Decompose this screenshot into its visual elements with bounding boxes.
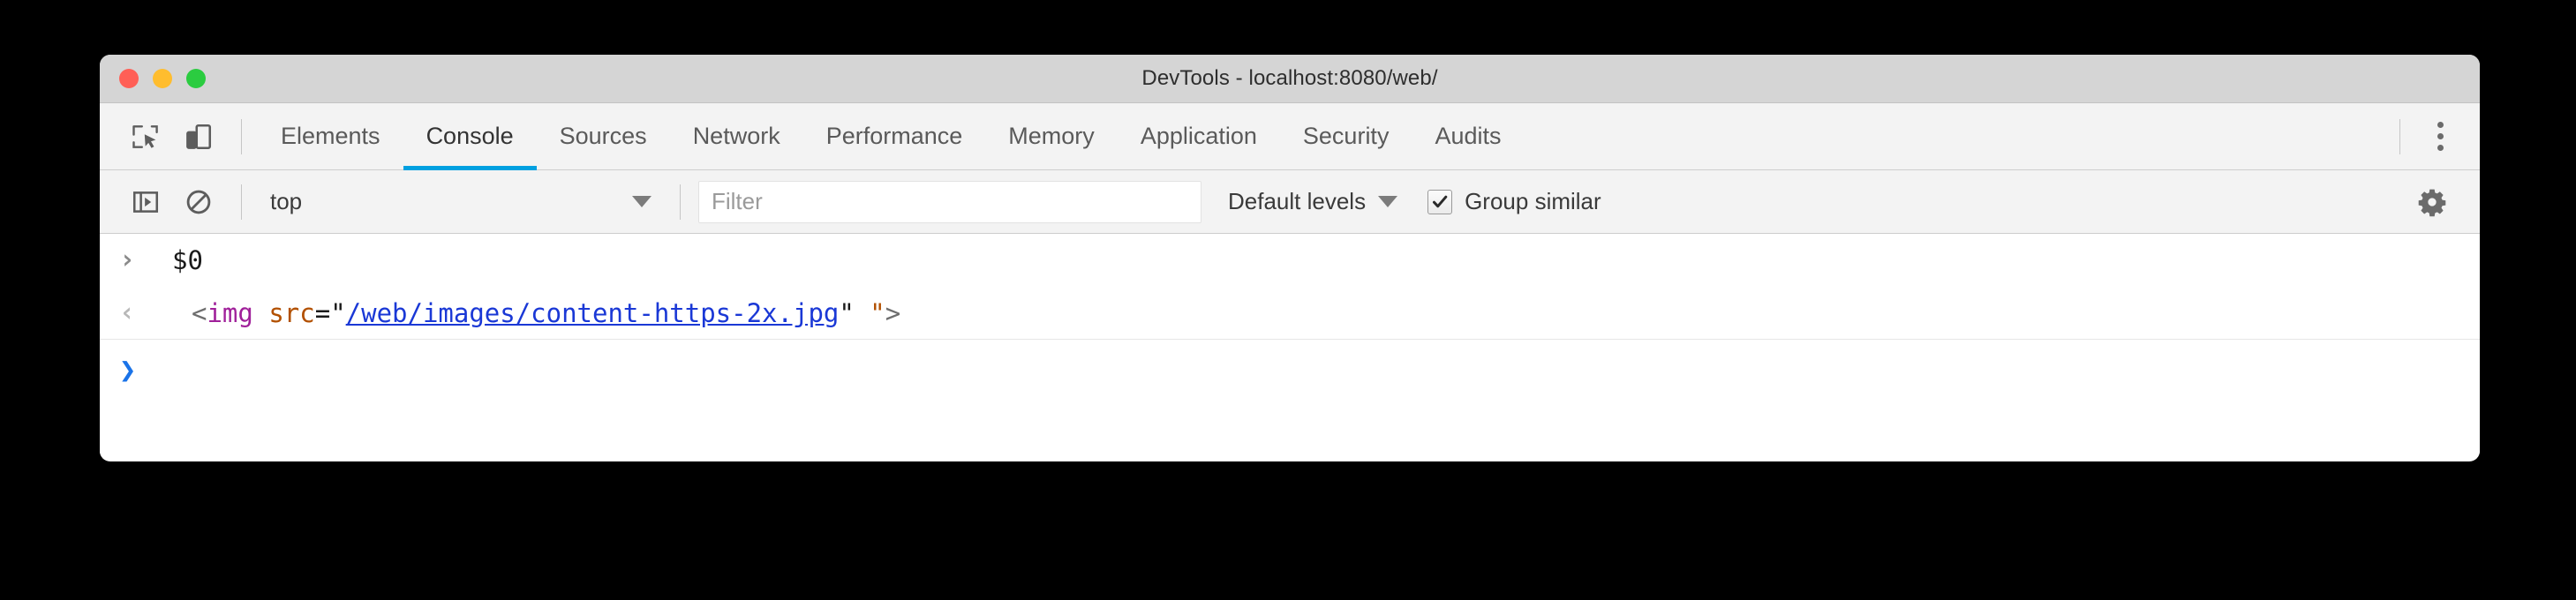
chevron-down-icon bbox=[1378, 196, 1398, 207]
tab-audits-label: Audits bbox=[1435, 123, 1502, 149]
tab-application[interactable]: Application bbox=[1118, 103, 1280, 170]
tab-network[interactable]: Network bbox=[670, 103, 803, 170]
tab-performance[interactable]: Performance bbox=[803, 103, 986, 170]
execution-context-select[interactable]: top bbox=[258, 181, 664, 223]
tab-application-label: Application bbox=[1140, 123, 1257, 149]
html-quote-close: " bbox=[839, 297, 855, 328]
image-source-link[interactable]: /web/images/content-https-2x.jpg bbox=[346, 298, 840, 328]
minimize-window-button[interactable] bbox=[153, 69, 172, 88]
tab-console[interactable]: Console bbox=[403, 103, 537, 170]
gear-icon bbox=[2418, 189, 2446, 216]
tab-memory[interactable]: Memory bbox=[985, 103, 1118, 170]
filterbar-divider-1 bbox=[241, 184, 242, 220]
maximize-window-button[interactable] bbox=[186, 69, 206, 88]
kebab-menu-icon bbox=[2437, 145, 2444, 151]
screenshot-stage: DevTools - localhost:8080/web/ Elements … bbox=[0, 0, 2576, 600]
devtools-tab-list: Elements Console Sources Network Perform… bbox=[258, 103, 1525, 170]
tab-elements[interactable]: Elements bbox=[258, 103, 403, 170]
clear-console-button[interactable] bbox=[172, 176, 225, 229]
tab-network-label: Network bbox=[692, 123, 780, 149]
kebab-menu-button[interactable] bbox=[2416, 110, 2464, 163]
devtools-tabbar: Elements Console Sources Network Perform… bbox=[100, 103, 2480, 170]
window-title: DevTools - localhost:8080/web/ bbox=[1141, 66, 1438, 90]
tab-security-label: Security bbox=[1302, 123, 1390, 149]
html-equals: = bbox=[314, 297, 331, 328]
checkmark-icon bbox=[1433, 195, 1448, 207]
console-filterbar: top Default levels Group similar bbox=[100, 170, 2480, 234]
tab-console-label: Console bbox=[426, 123, 514, 149]
chevron-down-icon bbox=[632, 196, 652, 207]
tab-elements-label: Elements bbox=[281, 123, 380, 149]
console-result-value: <img src="/web/images/content-https-2x.j… bbox=[172, 298, 900, 328]
html-quote-open: " bbox=[330, 297, 346, 328]
devtools-window: DevTools - localhost:8080/web/ Elements … bbox=[100, 55, 2480, 461]
close-window-button[interactable] bbox=[119, 69, 139, 88]
inspect-element-button[interactable] bbox=[119, 110, 172, 163]
console-message-list[interactable]: › $0 ‹ <img src="/web/images/content-htt… bbox=[100, 234, 2480, 460]
inspect-element-icon bbox=[132, 124, 158, 148]
filterbar-right-group bbox=[2406, 176, 2480, 229]
console-prompt-row[interactable]: ❯ bbox=[100, 340, 2480, 400]
tabbar-right-divider bbox=[2399, 118, 2400, 154]
console-sidebar-icon bbox=[132, 191, 159, 213]
group-similar-checkbox[interactable] bbox=[1427, 189, 1453, 214]
window-titlebar: DevTools - localhost:8080/web/ bbox=[100, 55, 2480, 103]
html-open-bracket: < bbox=[192, 297, 207, 328]
group-similar-label: Group similar bbox=[1465, 188, 1601, 214]
console-result-row[interactable]: ‹ <img src="/web/images/content-https-2x… bbox=[100, 287, 2480, 340]
traffic-lights bbox=[119, 55, 206, 102]
group-similar-toggle[interactable]: Group similar bbox=[1427, 188, 1601, 215]
filterbar-divider-2 bbox=[680, 184, 681, 220]
console-prompt-arrow-icon: ❯ bbox=[119, 353, 137, 386]
tab-security[interactable]: Security bbox=[1280, 103, 1412, 170]
html-attribute-name: src bbox=[268, 297, 315, 328]
clear-console-icon bbox=[186, 190, 211, 214]
html-close-bracket: > bbox=[885, 297, 901, 328]
kebab-menu-icon bbox=[2437, 133, 2444, 139]
device-toolbar-button[interactable] bbox=[172, 110, 225, 163]
console-settings-button[interactable] bbox=[2406, 176, 2459, 229]
html-space bbox=[253, 298, 268, 328]
kebab-menu-icon bbox=[2437, 122, 2444, 128]
console-input-expression: $0 bbox=[172, 245, 203, 275]
html-quote-extra: " bbox=[870, 297, 885, 328]
log-levels-label: Default levels bbox=[1228, 188, 1367, 214]
console-result-arrow-icon: ‹ bbox=[119, 296, 135, 328]
tab-audits[interactable]: Audits bbox=[1412, 103, 1524, 170]
tabbar-right-group bbox=[2384, 110, 2480, 163]
filter-input[interactable] bbox=[698, 180, 1201, 223]
device-toolbar-icon bbox=[186, 124, 212, 149]
html-tag-name: img bbox=[207, 297, 253, 328]
log-levels-select[interactable]: Default levels bbox=[1228, 188, 1398, 215]
html-gap bbox=[855, 298, 870, 328]
toolbar-divider bbox=[241, 118, 242, 154]
console-input-row[interactable]: › $0 bbox=[100, 234, 2480, 287]
console-input-arrow-icon: › bbox=[119, 244, 136, 275]
execution-context-value: top bbox=[270, 188, 303, 214]
tab-performance-label: Performance bbox=[825, 123, 963, 149]
console-sidebar-toggle-button[interactable] bbox=[119, 176, 172, 229]
tab-sources[interactable]: Sources bbox=[537, 103, 670, 170]
tab-sources-label: Sources bbox=[559, 123, 647, 149]
tab-memory-label: Memory bbox=[1008, 123, 1095, 149]
